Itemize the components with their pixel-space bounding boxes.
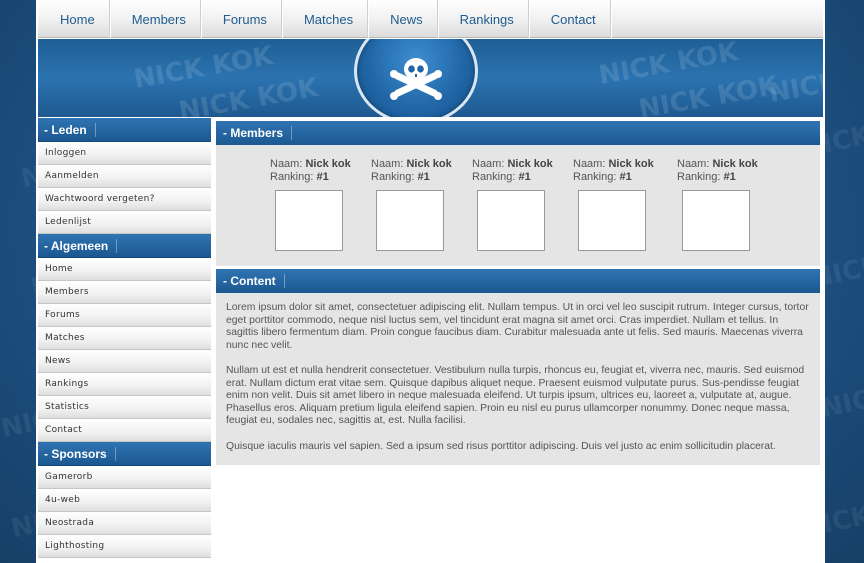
member-photo[interactable]	[477, 190, 545, 251]
content-paragraph: Nullam ut est et nulla hendrerit consect…	[226, 365, 805, 426]
naam-label: Naam:	[573, 158, 606, 170]
member-ranking-line: Ranking: #1	[573, 171, 663, 184]
member-name-line: Naam: Nick kok	[472, 158, 562, 171]
sidebar-item-wachtwoord-vergeten[interactable]: Wachtwoord vergeten?	[38, 188, 211, 211]
sidebar-item-forums[interactable]: Forums	[38, 304, 211, 327]
sidebar: - Leden Inloggen Aanmelden Wachtwoord verge…	[38, 118, 211, 558]
member-name[interactable]: Nick kok	[712, 158, 757, 170]
header-separator	[291, 126, 293, 140]
sidebar-item-contact[interactable]: Contact	[38, 419, 211, 442]
sidebar-item-gamerorb[interactable]: Gamerorb	[38, 466, 211, 489]
member-ranking-line: Ranking: #1	[371, 171, 461, 184]
sidebar-section-title: - Algemeen	[44, 238, 109, 253]
sidebar-item-neostrada[interactable]: Neostrada	[38, 512, 211, 535]
member-rank: #1	[316, 171, 329, 183]
naam-label: Naam:	[472, 158, 505, 170]
sidebar-item-4u-web[interactable]: 4u-web	[38, 489, 211, 512]
member-ranking-line: Ranking: #1	[677, 171, 767, 184]
member-rank: #1	[417, 171, 430, 183]
sidebar-item-statistics[interactable]: Statistics	[38, 396, 211, 419]
sidebar-item-lighthosting[interactable]: Lighthosting	[38, 535, 211, 558]
member-name[interactable]: Nick kok	[305, 158, 350, 170]
member-card[interactable]: Naam: Nick kok Ranking: #1	[677, 158, 767, 251]
member-photo[interactable]	[682, 190, 750, 251]
member-rank: #1	[619, 171, 632, 183]
naam-label: Naam:	[270, 158, 303, 170]
header-separator	[116, 238, 118, 253]
content-paragraph: Quisque iaculis mauris vel sapien. Sed a…	[226, 440, 776, 452]
member-photo[interactable]	[376, 190, 444, 251]
sidebar-item-inloggen[interactable]: Inloggen	[38, 142, 211, 165]
member-card[interactable]: Naam: Nick kok Ranking: #1	[371, 158, 461, 251]
skull-crossbones-icon[interactable]	[386, 51, 446, 107]
content-header: - Content	[216, 269, 820, 293]
member-name-line: Naam: Nick kok	[573, 158, 663, 171]
member-ranking-line: Ranking: #1	[472, 171, 562, 184]
sidebar-section-header: - Leden	[38, 118, 211, 142]
sidebar-section-title: - Sponsors	[44, 446, 107, 461]
member-rank: #1	[723, 171, 736, 183]
content-paragraph: Lorem ipsum dolor sit amet, consectetuer…	[226, 302, 809, 351]
sidebar-item-aanmelden[interactable]: Aanmelden	[38, 165, 211, 188]
member-name[interactable]: Nick kok	[608, 158, 653, 170]
nav-home[interactable]: Home	[38, 0, 110, 38]
nav-rankings[interactable]: Rankings	[438, 0, 529, 38]
header-separator	[94, 122, 96, 137]
header-separator	[283, 274, 285, 288]
member-name-line: Naam: Nick kok	[677, 158, 767, 171]
page-container: Home Members Forums Matches News Rankings Cont…	[36, 0, 825, 563]
ranking-label: Ranking:	[371, 171, 415, 183]
member-rank: #1	[518, 171, 531, 183]
content-title: - Content	[223, 274, 276, 288]
member-name-line: Naam: Nick kok	[371, 158, 461, 171]
member-ranking-line: Ranking: #1	[270, 171, 360, 184]
content-panel: Lorem ipsum dolor sit amet, consectetuer…	[216, 293, 820, 465]
ranking-label: Ranking:	[573, 171, 617, 183]
sidebar-section-header: - Algemeen	[38, 234, 211, 258]
member-name-line: Naam: Nick kok	[270, 158, 360, 171]
top-navigation: Home Members Forums Matches News Rankings Cont…	[38, 0, 823, 38]
naam-label: Naam:	[677, 158, 710, 170]
banner-watermark-text: NICK KOK	[766, 55, 823, 110]
member-photo[interactable]	[275, 190, 343, 251]
sidebar-item-rankings[interactable]: Rankings	[38, 373, 211, 396]
nav-forums[interactable]: Forums	[201, 0, 282, 38]
main-content: - Members Naam: Nick kok Ranking: #1 Naam:…	[216, 121, 820, 465]
header-separator	[114, 446, 116, 461]
sidebar-item-ledenlijst[interactable]: Ledenlijst	[38, 211, 211, 234]
nav-matches[interactable]: Matches	[282, 0, 369, 38]
member-name[interactable]: Nick kok	[507, 158, 552, 170]
member-photo[interactable]	[578, 190, 646, 251]
members-header: - Members	[216, 121, 820, 145]
member-card[interactable]: Naam: Nick kok Ranking: #1	[270, 158, 360, 251]
sidebar-item-home[interactable]: Home	[38, 258, 211, 281]
nav-contact[interactable]: Contact	[529, 0, 611, 38]
member-name[interactable]: Nick kok	[406, 158, 451, 170]
header-banner: NICK KOKNICK KOKNICK KOKNICK KOKNICK KOK	[38, 39, 823, 117]
member-card[interactable]: Naam: Nick kok Ranking: #1	[472, 158, 562, 251]
sidebar-item-matches[interactable]: Matches	[38, 327, 211, 350]
members-title: - Members	[223, 126, 284, 140]
sidebar-section-header: - Sponsors	[38, 442, 211, 466]
members-panel: Naam: Nick kok Ranking: #1 Naam: Nick kok R…	[216, 145, 820, 266]
sidebar-item-members[interactable]: Members	[38, 281, 211, 304]
naam-label: Naam:	[371, 158, 404, 170]
member-card[interactable]: Naam: Nick kok Ranking: #1	[573, 158, 663, 251]
watermark-text: NICK KOK	[818, 366, 864, 425]
ranking-label: Ranking:	[472, 171, 516, 183]
nav-members[interactable]: Members	[110, 0, 201, 38]
sidebar-item-news[interactable]: News	[38, 350, 211, 373]
sidebar-section-title: - Leden	[44, 122, 87, 137]
ranking-label: Ranking:	[677, 171, 721, 183]
nav-news[interactable]: News	[368, 0, 438, 38]
ranking-label: Ranking:	[270, 171, 314, 183]
